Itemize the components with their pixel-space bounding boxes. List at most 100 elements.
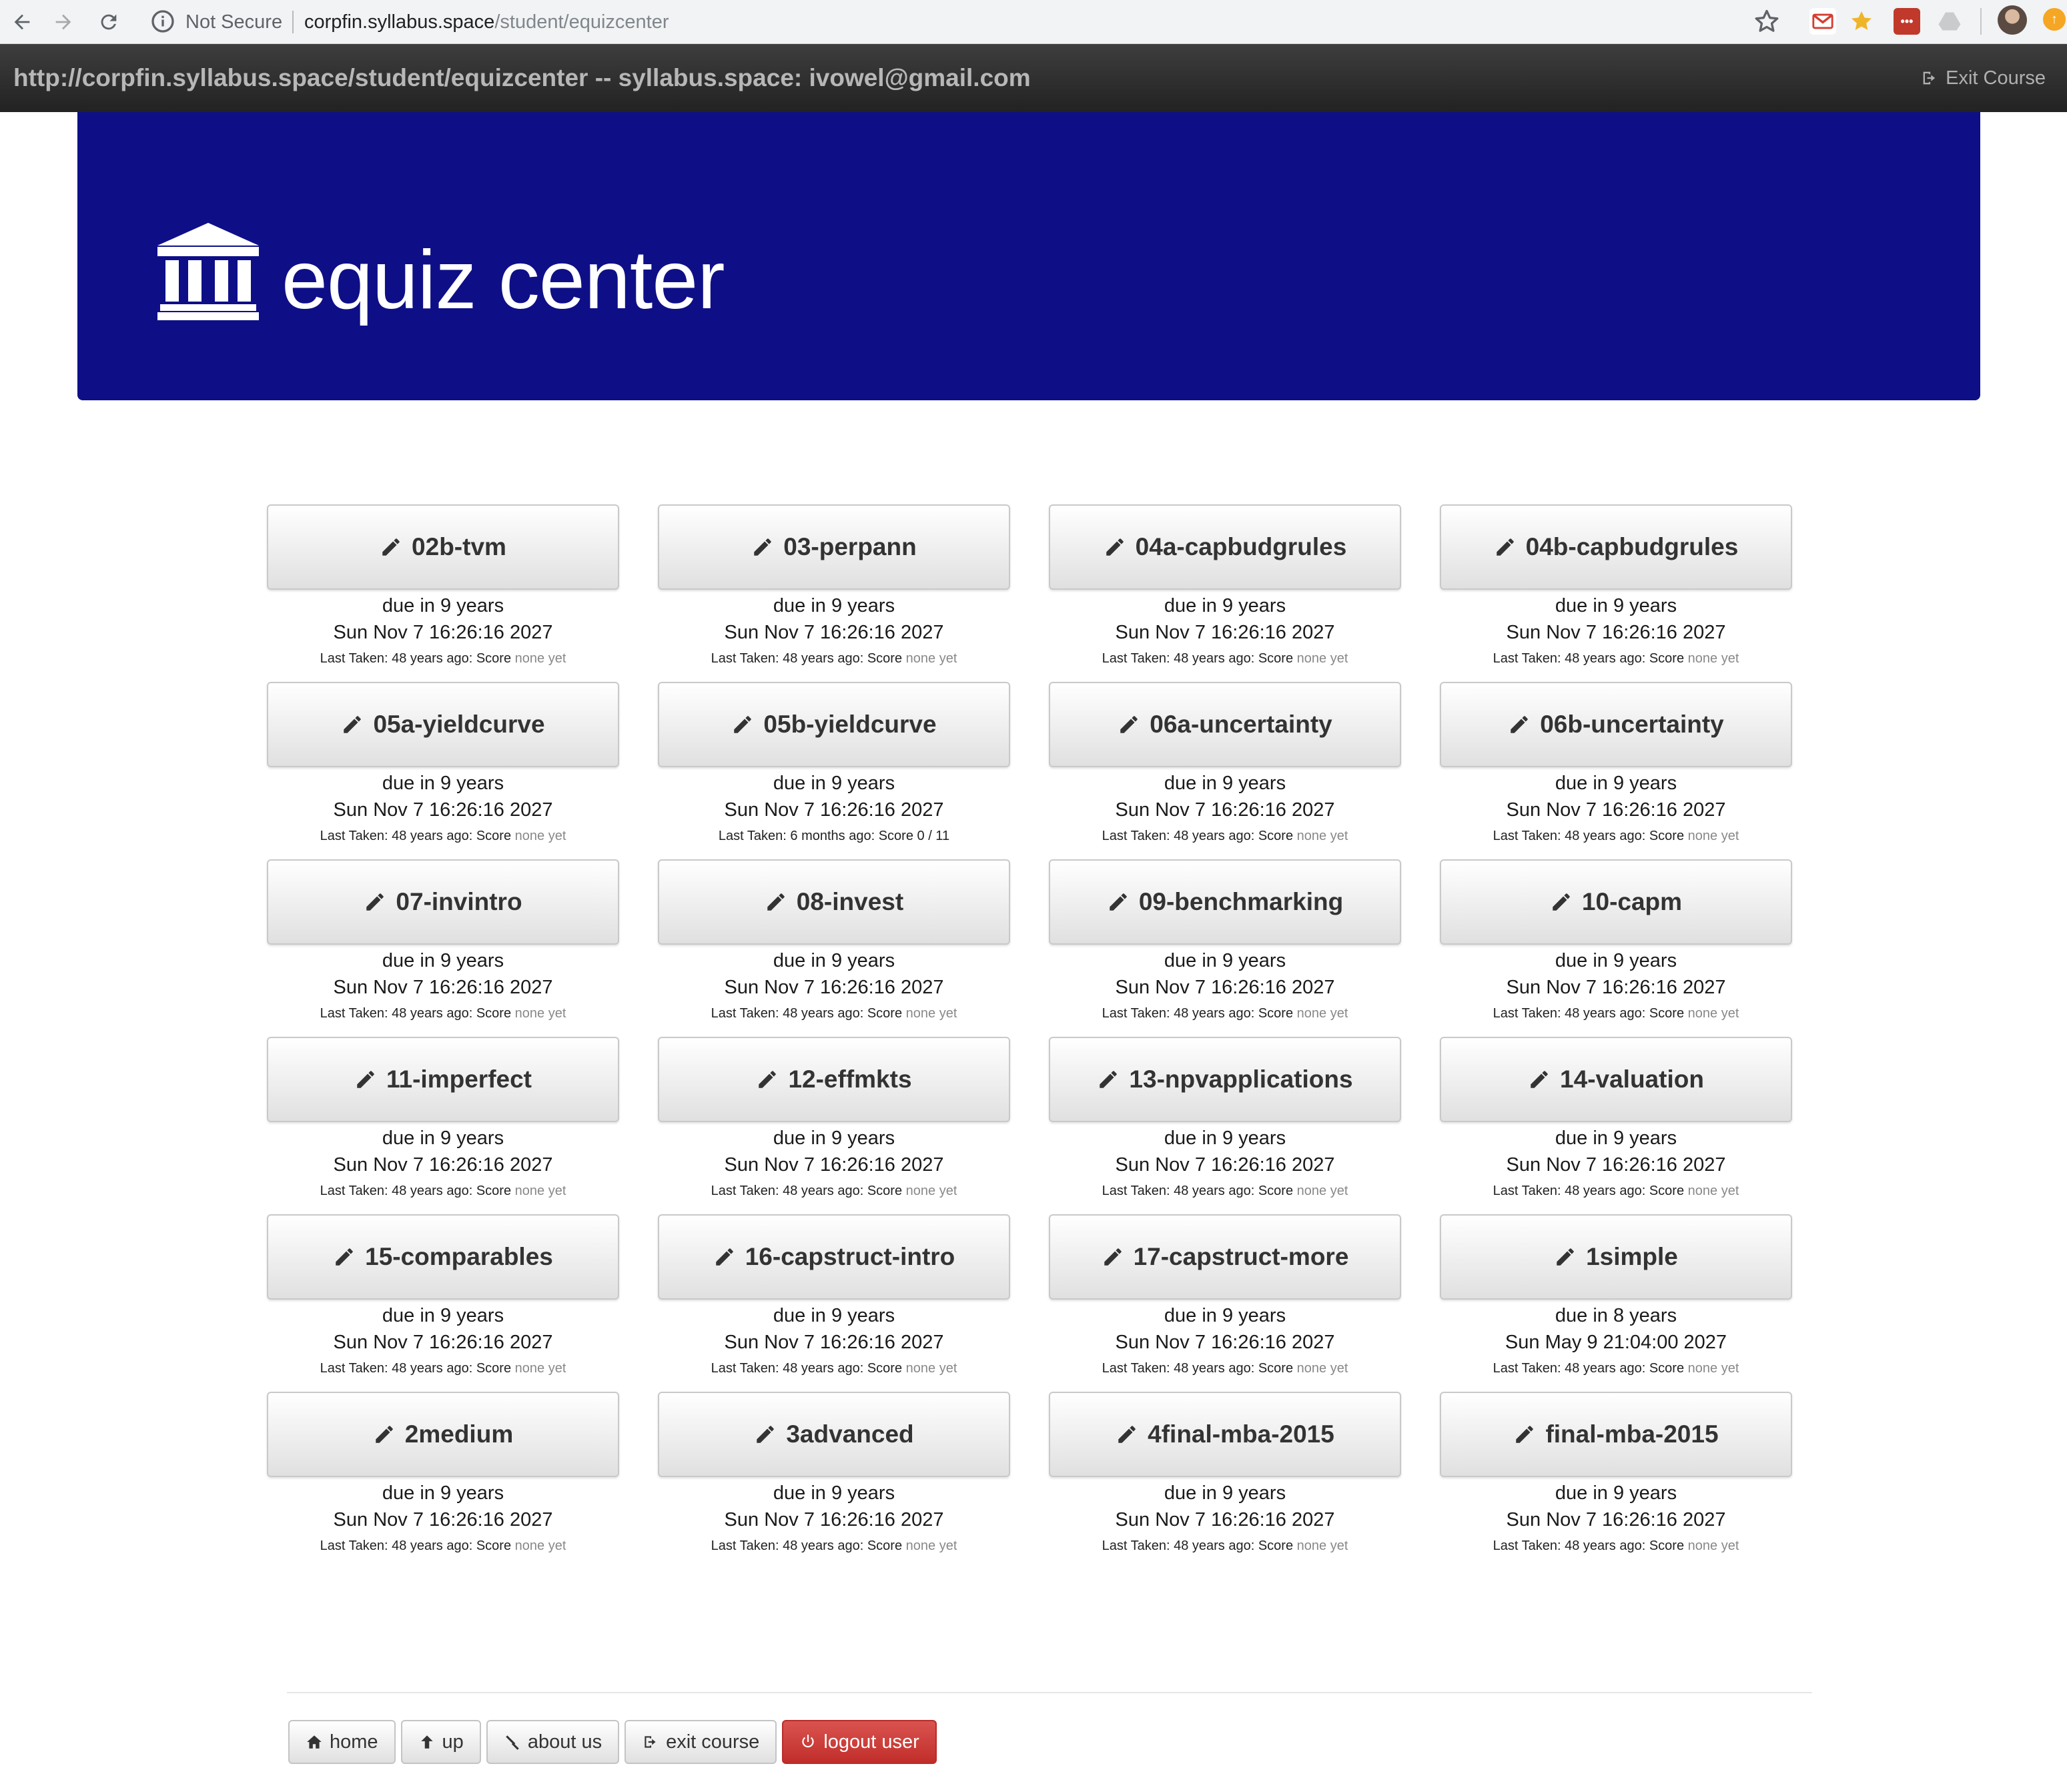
- quiz-card: 2medium due in 9 years Sun Nov 7 16:26:1…: [267, 1392, 619, 1569]
- quiz-name: 04b-capbudgrules: [1525, 533, 1739, 560]
- quiz-score: none yet: [905, 1361, 957, 1376]
- quiz-due: due in 9 years: [1164, 1128, 1286, 1149]
- star-extension-icon[interactable]: [1848, 8, 1875, 35]
- about-us-button[interactable]: about us: [486, 1720, 620, 1764]
- quiz-card: 04a-capbudgrules due in 9 years Sun Nov …: [1049, 504, 1401, 682]
- quiz-card: 08-invest due in 9 years Sun Nov 7 16:26…: [658, 859, 1010, 1037]
- quiz-button[interactable]: 17-capstruct-more: [1049, 1214, 1401, 1300]
- quiz-button[interactable]: 04b-capbudgrules: [1440, 504, 1792, 590]
- quiz-button[interactable]: 06a-uncertainty: [1049, 682, 1401, 767]
- quiz-due-date: Sun Nov 7 16:26:16 2027: [724, 799, 944, 821]
- exit-course-button[interactable]: exit course: [625, 1720, 777, 1764]
- quiz-due: due in 9 years: [773, 1305, 895, 1326]
- logout-button[interactable]: logout user: [782, 1720, 937, 1764]
- bookmark-star-icon[interactable]: [1752, 7, 1781, 36]
- quiz-button[interactable]: 14-valuation: [1440, 1037, 1792, 1122]
- quiz-button[interactable]: 09-benchmarking: [1049, 859, 1401, 945]
- quiz-last-taken: Last Taken: 48 years ago: Score none yet: [658, 1358, 1010, 1378]
- quiz-button[interactable]: 08-invest: [658, 859, 1010, 945]
- footer-nav: home up about us exit course logout user: [288, 1720, 937, 1764]
- quiz-button[interactable]: 16-capstruct-intro: [658, 1214, 1010, 1300]
- quiz-button[interactable]: 11-imperfect: [267, 1037, 619, 1122]
- quiz-button[interactable]: 06b-uncertainty: [1440, 682, 1792, 767]
- pencil-icon: [767, 893, 785, 911]
- pencil-icon: [376, 1426, 393, 1443]
- quiz-score: none yet: [1296, 1538, 1348, 1553]
- lastpass-extension-icon[interactable]: •••: [1894, 8, 1920, 35]
- quiz-name: 13-npvapplications: [1129, 1065, 1353, 1093]
- quiz-button[interactable]: 10-capm: [1440, 859, 1792, 945]
- quiz-last-taken: Last Taken: 48 years ago: Score none yet: [1049, 1536, 1401, 1556]
- last-taken-text: Last Taken: 48 years ago: Score: [1102, 1184, 1294, 1198]
- quiz-button[interactable]: 4final-mba-2015: [1049, 1392, 1401, 1477]
- quiz-button[interactable]: final-mba-2015: [1440, 1392, 1792, 1477]
- quiz-score: none yet: [1296, 651, 1348, 666]
- quiz-card: 15-comparables due in 9 years Sun Nov 7 …: [267, 1214, 619, 1392]
- quiz-card: 05a-yieldcurve due in 9 years Sun Nov 7 …: [267, 682, 619, 859]
- exit-course-link[interactable]: Exit Course: [1920, 64, 2046, 92]
- quiz-due-date: Sun Nov 7 16:26:16 2027: [333, 1509, 553, 1530]
- quiz-name: 16-capstruct-intro: [745, 1243, 955, 1270]
- quiz-due-date: Sun Nov 7 16:26:16 2027: [1115, 1509, 1335, 1530]
- quiz-button[interactable]: 03-perpann: [658, 504, 1010, 590]
- drive-extension-icon[interactable]: [1936, 8, 1963, 35]
- quiz-due: due in 9 years: [1555, 1482, 1677, 1504]
- quiz-button[interactable]: 07-invintro: [267, 859, 619, 945]
- security-label[interactable]: Not Secure: [185, 7, 282, 37]
- quiz-last-taken: Last Taken: 48 years ago: Score none yet: [1049, 826, 1401, 846]
- quiz-button[interactable]: 12-effmkts: [658, 1037, 1010, 1122]
- profile-avatar[interactable]: [1998, 5, 2027, 35]
- last-taken-text: Last Taken: 48 years ago: Score: [320, 1361, 512, 1376]
- quiz-score: none yet: [905, 1538, 957, 1553]
- quiz-last-taken: Last Taken: 48 years ago: Score none yet: [1440, 648, 1792, 668]
- quiz-last-taken: Last Taken: 48 years ago: Score none yet: [1440, 1003, 1792, 1023]
- reload-icon: [101, 14, 117, 30]
- quiz-button[interactable]: 2medium: [267, 1392, 619, 1477]
- quiz-name: 05a-yieldcurve: [373, 711, 545, 738]
- quiz-name: 14-valuation: [1560, 1065, 1704, 1093]
- quiz-name: 17-capstruct-more: [1133, 1243, 1349, 1270]
- extensions-separator: [1980, 8, 1982, 35]
- reload-button[interactable]: [92, 5, 125, 39]
- topbar-title[interactable]: http://corpfin.syllabus.space/student/eq…: [13, 63, 1031, 93]
- quiz-last-taken: Last Taken: 48 years ago: Score none yet: [1049, 648, 1401, 668]
- quiz-button[interactable]: 1simple: [1440, 1214, 1792, 1300]
- quiz-card: 13-npvapplications due in 9 years Sun No…: [1049, 1037, 1401, 1214]
- quiz-name: 2medium: [404, 1420, 514, 1448]
- quiz-button[interactable]: 13-npvapplications: [1049, 1037, 1401, 1122]
- home-button[interactable]: home: [288, 1720, 396, 1764]
- back-button[interactable]: [5, 5, 39, 39]
- quiz-button[interactable]: 05a-yieldcurve: [267, 682, 619, 767]
- quiz-card: 03-perpann due in 9 years Sun Nov 7 16:2…: [658, 504, 1010, 682]
- quiz-button[interactable]: 04a-capbudgrules: [1049, 504, 1401, 590]
- last-taken-text: Last Taken: 48 years ago: Score: [1493, 1184, 1685, 1198]
- page-header: equiz center: [77, 112, 1980, 400]
- quiz-score: none yet: [1687, 829, 1739, 843]
- quiz-button[interactable]: 15-comparables: [267, 1214, 619, 1300]
- quiz-due-date: Sun Nov 7 16:26:16 2027: [333, 1154, 553, 1176]
- update-icon[interactable]: ↑: [2043, 8, 2066, 31]
- quiz-button[interactable]: 02b-tvm: [267, 504, 619, 590]
- quiz-due: due in 9 years: [1164, 1305, 1286, 1326]
- up-button[interactable]: up: [400, 1720, 481, 1764]
- quiz-name: 08-invest: [796, 888, 904, 915]
- pencil-icon: [759, 1071, 777, 1088]
- quiz-due-date: Sun Nov 7 16:26:16 2027: [1115, 977, 1335, 998]
- last-taken-text: Last Taken: 48 years ago: Score: [711, 1006, 903, 1021]
- quiz-name: 15-comparables: [365, 1243, 553, 1270]
- quiz-score: none yet: [514, 1184, 566, 1198]
- url-host: corpfin.syllabus.space: [304, 11, 495, 33]
- pencil-icon: [336, 1248, 353, 1266]
- info-icon[interactable]: [149, 8, 176, 35]
- gmail-extension-icon[interactable]: [1809, 8, 1836, 35]
- last-taken-text: Last Taken: 48 years ago: Score: [1102, 1538, 1294, 1553]
- address-bar[interactable]: corpfin.syllabus.space/student/equizcent…: [304, 7, 669, 37]
- last-taken-text: Last Taken: 48 years ago: Score: [1493, 651, 1685, 666]
- quiz-button[interactable]: 3advanced: [658, 1392, 1010, 1477]
- quiz-due: due in 9 years: [1164, 1482, 1286, 1504]
- quiz-card: 06b-uncertainty due in 9 years Sun Nov 7…: [1440, 682, 1792, 859]
- forward-button[interactable]: [47, 5, 80, 39]
- quiz-due-date: Sun Nov 7 16:26:16 2027: [1115, 622, 1335, 643]
- quiz-button[interactable]: 05b-yieldcurve: [658, 682, 1010, 767]
- quiz-name: 05b-yieldcurve: [763, 711, 937, 738]
